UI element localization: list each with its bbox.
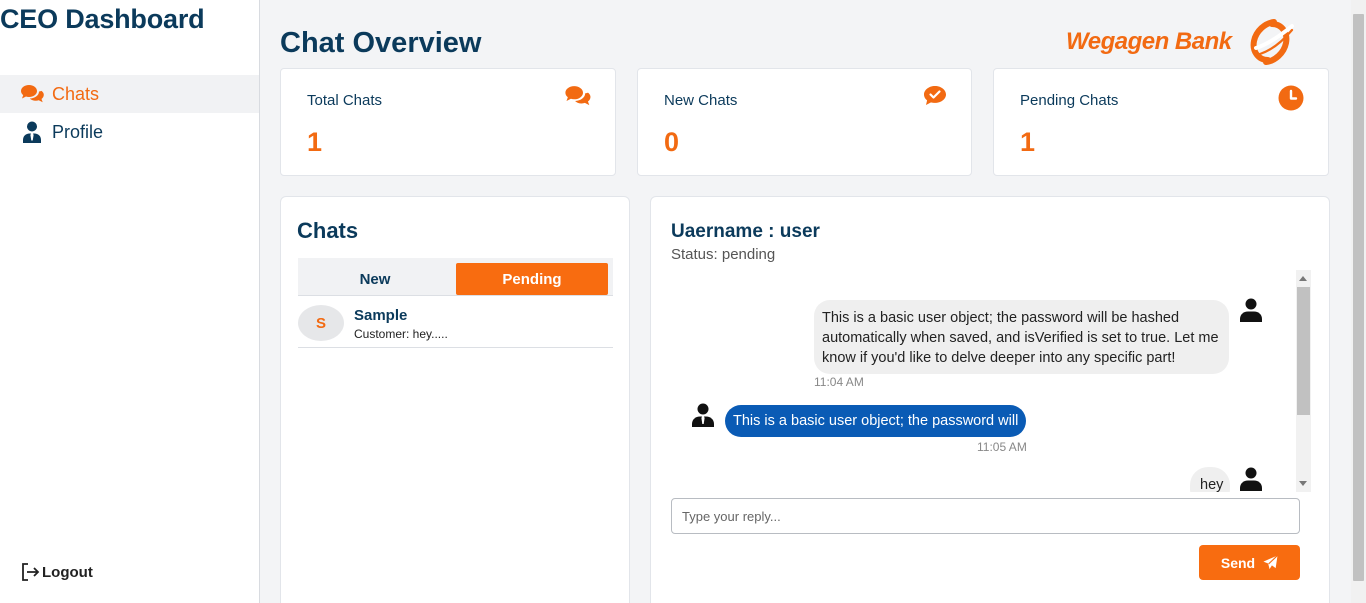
logout-label: Logout — [42, 563, 93, 581]
sidebar-item-label: Chats — [52, 83, 100, 104]
chat-name: Sample — [354, 307, 408, 324]
agent-message: This is a basic user object; the passwor… — [725, 405, 1027, 437]
avatar: S — [298, 305, 344, 341]
customer-message: This is a basic user object; the passwor… — [814, 300, 1229, 374]
paper-plane-icon — [1263, 555, 1279, 570]
message-time: 11:04 AM — [814, 375, 864, 389]
conversation-status: Status: pending — [671, 246, 776, 263]
user-tie-icon — [20, 121, 44, 143]
tab-pending[interactable]: Pending — [456, 263, 608, 295]
stat-value: 1 — [1020, 127, 1036, 157]
chat-tabs: New Pending — [298, 258, 613, 296]
customer-message: hey — [1190, 467, 1230, 492]
send-label: Send — [1220, 554, 1256, 571]
scroll-up-icon[interactable] — [1299, 276, 1307, 281]
user-tie-icon — [692, 403, 714, 427]
page-scrollbar[interactable] — [1351, 0, 1366, 603]
reply-input[interactable] — [671, 498, 1300, 534]
conversation-username: Uaername : user — [671, 221, 820, 242]
chat-preview: Customer: hey..... — [354, 327, 448, 341]
brand-title: CEO Dashboard — [0, 4, 205, 34]
chats-panel: Chats New Pending S Sample Customer: hey… — [280, 196, 630, 603]
list-item[interactable]: S Sample Customer: hey..... — [298, 298, 613, 348]
page-title: Chat Overview — [280, 27, 482, 59]
user-icon — [1240, 298, 1262, 322]
logout-button[interactable]: Logout — [20, 562, 93, 582]
clock-icon — [1278, 85, 1304, 111]
sidebar-item-label: Profile — [52, 121, 104, 142]
logo-text: Wegagen Bank — [1066, 28, 1232, 55]
comments-icon — [564, 85, 591, 107]
stat-card-total-chats: Total Chats 1 — [280, 68, 616, 176]
stat-label: New Chats — [664, 92, 738, 109]
message-scrollbar[interactable] — [1296, 270, 1311, 492]
bank-logo: Wegagen Bank — [1066, 18, 1326, 66]
page-scroll-thumb[interactable] — [1353, 14, 1364, 581]
stat-value: 1 — [307, 127, 323, 157]
conversation-panel: Uaername : user Status: pending This is … — [650, 196, 1330, 603]
stat-card-pending-chats: Pending Chats 1 — [993, 68, 1329, 176]
logout-icon — [20, 562, 40, 582]
message-list[interactable]: This is a basic user object; the passwor… — [671, 270, 1311, 492]
comment-check-icon — [923, 85, 947, 107]
sidebar-item-chats[interactable]: Chats — [0, 75, 259, 113]
sidebar: CEO Dashboard Chats Profile Logout — [0, 0, 260, 603]
send-button[interactable]: Send — [1199, 545, 1300, 580]
stat-label: Total Chats — [307, 92, 383, 109]
logo-mark-icon — [1238, 18, 1302, 66]
scroll-thumb[interactable] — [1297, 287, 1310, 415]
chats-title: Chats — [297, 218, 359, 243]
stat-value: 0 — [664, 127, 680, 157]
comments-icon — [20, 83, 44, 105]
scroll-down-icon[interactable] — [1299, 481, 1307, 486]
stat-card-new-chats: New Chats 0 — [637, 68, 972, 176]
user-icon — [1240, 467, 1262, 491]
sidebar-item-profile[interactable]: Profile — [0, 113, 259, 151]
tab-new[interactable]: New — [298, 263, 452, 295]
stat-label: Pending Chats — [1020, 92, 1119, 109]
message-time: 11:05 AM — [977, 440, 1027, 454]
